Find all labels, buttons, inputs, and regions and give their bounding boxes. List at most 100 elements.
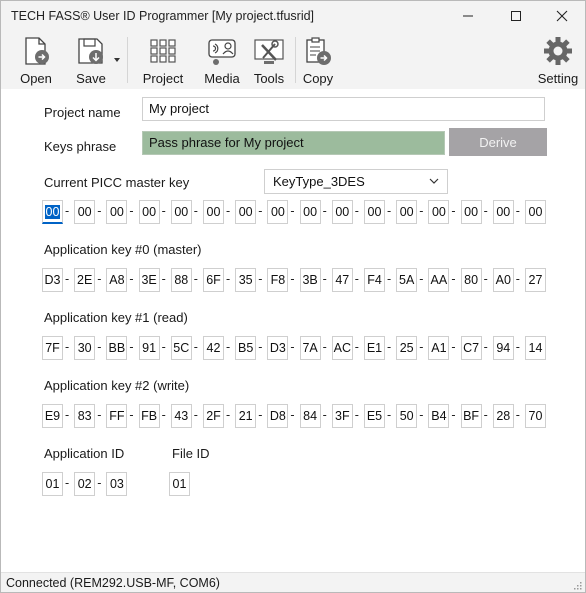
close-button[interactable] [539, 1, 585, 31]
byte-separator: - [65, 204, 70, 218]
key-byte-input[interactable]: F8 [267, 268, 289, 292]
key-byte-input[interactable]: 80 [460, 268, 482, 292]
maximize-button[interactable] [493, 1, 539, 31]
key-byte-input[interactable]: 00 [235, 200, 257, 224]
key-byte-input[interactable]: BB [106, 336, 128, 360]
key-byte-input[interactable]: 27 [525, 268, 546, 292]
key-byte-input[interactable]: 03 [106, 472, 128, 496]
key-byte-input[interactable]: 35 [235, 268, 257, 292]
byte-separator: - [65, 340, 70, 354]
key-byte-input[interactable]: 25 [396, 336, 418, 360]
setting-button[interactable]: Setting [535, 31, 581, 89]
key-byte-input[interactable]: 30 [74, 336, 96, 360]
key-byte-input[interactable]: A1 [428, 336, 450, 360]
byte-separator: - [322, 408, 327, 422]
byte-separator: - [161, 340, 166, 354]
key-byte-input[interactable]: 28 [492, 404, 514, 428]
key-byte-input[interactable]: 42 [203, 336, 224, 360]
byte-separator: - [387, 340, 392, 354]
key-byte-input[interactable]: 3B [299, 268, 321, 292]
key-byte-input[interactable]: C7 [460, 336, 482, 360]
key-byte-input[interactable]: D3 [267, 336, 289, 360]
key-byte-input[interactable]: A8 [106, 268, 128, 292]
key-byte-input[interactable]: 00 [170, 200, 192, 224]
copy-icon [306, 37, 331, 65]
key-byte-input[interactable]: 02 [74, 472, 96, 496]
key-byte-input[interactable]: 00 [525, 200, 546, 224]
key-byte-input[interactable]: 00 [42, 200, 63, 224]
key-type-select[interactable]: KeyType_3DES [264, 169, 448, 194]
key-byte-input[interactable]: 21 [235, 404, 257, 428]
key-byte-input[interactable]: D3 [42, 268, 63, 292]
key-byte-input[interactable]: 00 [203, 200, 224, 224]
byte-separator: - [258, 204, 263, 218]
key-byte-input[interactable]: 00 [428, 200, 450, 224]
media-button[interactable]: Media [201, 31, 243, 89]
key-byte-input[interactable]: E9 [42, 404, 63, 428]
key-byte-input[interactable]: 88 [170, 268, 192, 292]
key-byte-input[interactable]: 6F [203, 268, 224, 292]
byte-separator: - [129, 408, 134, 422]
key-byte-input[interactable]: 00 [138, 200, 160, 224]
byte-separator: - [290, 408, 295, 422]
byte-separator: - [483, 272, 488, 286]
key-byte-input[interactable]: 91 [138, 336, 160, 360]
key-byte-input[interactable]: 47 [331, 268, 353, 292]
save-button[interactable]: Save [71, 31, 111, 89]
key-byte-input[interactable]: 3E [138, 268, 160, 292]
key-byte-input[interactable]: 00 [331, 200, 353, 224]
key-byte-input[interactable]: A0 [492, 268, 514, 292]
key-byte-input[interactable]: B4 [428, 404, 450, 428]
key-byte-input[interactable]: 00 [396, 200, 418, 224]
key-byte-input[interactable]: 7A [299, 336, 321, 360]
key-byte-input[interactable]: FB [138, 404, 160, 428]
derive-button[interactable]: Derive [449, 128, 547, 156]
resize-grip-icon[interactable] [572, 580, 582, 590]
key-byte-input[interactable]: 7F [42, 336, 63, 360]
key-byte-input[interactable]: 00 [364, 200, 385, 224]
key-byte-input[interactable]: 14 [525, 336, 546, 360]
byte-separator: - [65, 408, 70, 422]
key-byte-input[interactable]: 00 [106, 200, 128, 224]
open-button[interactable]: Open [15, 31, 57, 89]
key-byte-input[interactable]: BF [460, 404, 482, 428]
key-byte-input[interactable]: FF [106, 404, 128, 428]
key-byte-input[interactable]: 2E [74, 268, 96, 292]
key-byte-input[interactable]: 94 [492, 336, 514, 360]
key-byte-input[interactable]: F4 [364, 268, 385, 292]
open-icon [25, 37, 49, 65]
tools-button[interactable]: Tools [249, 31, 289, 89]
key-byte-input[interactable]: 70 [525, 404, 546, 428]
key-byte-input[interactable]: 00 [74, 200, 96, 224]
key-byte-input[interactable]: E5 [364, 404, 385, 428]
key-byte-input[interactable]: 00 [460, 200, 482, 224]
key-byte-input[interactable]: AC [331, 336, 353, 360]
key-byte-input[interactable]: 84 [299, 404, 321, 428]
key-byte-input[interactable]: 2F [203, 404, 224, 428]
keys-phrase-input[interactable]: Pass phrase for My project [142, 131, 445, 155]
key-byte-input[interactable]: 50 [396, 404, 418, 428]
save-dropdown-arrow[interactable] [114, 58, 120, 62]
byte-separator: - [451, 272, 456, 286]
key-byte-input[interactable]: 00 [299, 200, 321, 224]
key-byte-input[interactable]: 01 [42, 472, 63, 496]
key-byte-input[interactable]: B5 [235, 336, 257, 360]
byte-separator: - [322, 340, 327, 354]
key-byte-input[interactable]: 00 [492, 200, 514, 224]
key-byte-input[interactable]: E1 [364, 336, 385, 360]
minimize-button[interactable] [445, 1, 491, 31]
key-byte-input[interactable]: 5A [396, 268, 418, 292]
copy-button[interactable]: Copy [299, 31, 337, 89]
key-byte-input[interactable]: 3F [331, 404, 353, 428]
project-name-input[interactable]: My project [142, 97, 545, 121]
key-byte-input[interactable]: AA [428, 268, 450, 292]
file-id-input[interactable]: 01 [169, 472, 190, 496]
key-byte-input[interactable]: 00 [267, 200, 289, 224]
app-key1-label: Application key #1 (read) [44, 310, 188, 325]
project-button[interactable]: Project [141, 31, 185, 89]
byte-separator: - [387, 408, 392, 422]
key-byte-input[interactable]: 43 [170, 404, 192, 428]
key-byte-input[interactable]: 83 [74, 404, 96, 428]
key-byte-input[interactable]: D8 [267, 404, 289, 428]
key-byte-input[interactable]: 5C [170, 336, 192, 360]
